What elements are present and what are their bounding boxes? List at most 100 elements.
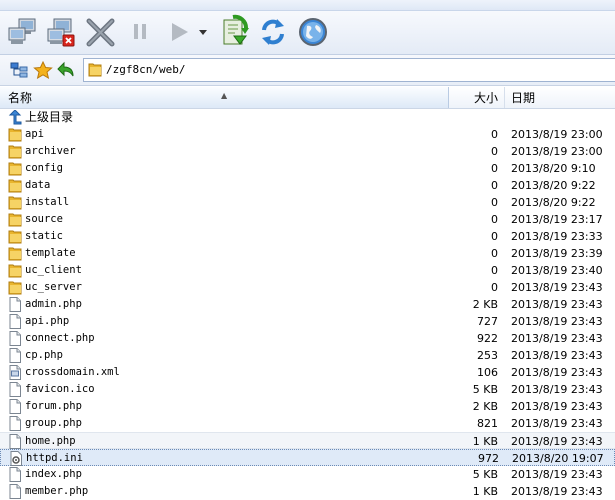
file-date: 2013/8/19 23:39 xyxy=(511,247,603,260)
file-row[interactable]: crossdomain.xml 106 2013/8/19 23:43 xyxy=(0,364,615,381)
file-size: 821 xyxy=(477,417,498,430)
column-size-label: 大小 xyxy=(473,91,498,105)
file-name: group.php xyxy=(25,417,82,429)
download-queue-button[interactable] xyxy=(218,14,252,50)
file-size: 0 xyxy=(491,230,498,243)
folder-icon xyxy=(8,162,22,176)
folder-icon xyxy=(8,230,22,244)
connect-computers-icon xyxy=(8,18,36,44)
file-date: 2013/8/19 23:00 xyxy=(511,145,603,158)
file-date: 2013/8/19 23:43 xyxy=(511,366,603,379)
file-row[interactable]: api.php 727 2013/8/19 23:43 xyxy=(0,313,615,330)
parent-folder-button[interactable] xyxy=(57,61,77,79)
file-name: crossdomain.xml xyxy=(25,366,120,378)
disconnect-button[interactable] xyxy=(44,14,78,50)
file-row[interactable]: admin.php 2 KB 2013/8/19 23:43 xyxy=(0,296,615,313)
address-bar xyxy=(0,55,615,86)
file-row[interactable]: static 0 2013/8/19 23:33 xyxy=(0,228,615,245)
file-date: 2013/8/20 19:07 xyxy=(512,452,604,465)
file-icon xyxy=(9,434,21,449)
file-row[interactable]: favicon.ico 5 KB 2013/8/19 23:43 xyxy=(0,381,615,398)
file-row[interactable]: forum.php 2 KB 2013/8/19 23:43 xyxy=(0,398,615,415)
file-date: 2013/8/20 9:22 xyxy=(511,196,596,209)
file-row[interactable]: data 0 2013/8/20 9:22 xyxy=(0,177,615,194)
download-queue-icon xyxy=(223,14,249,45)
column-name-header[interactable]: 名称 ▲ xyxy=(0,87,449,108)
file-row[interactable]: api 0 2013/8/19 23:00 xyxy=(0,126,615,143)
file-size: 2 KB xyxy=(472,298,498,311)
pause-icon xyxy=(134,24,146,39)
folder-icon xyxy=(8,196,22,210)
file-date: 2013/8/19 23:43 xyxy=(511,435,603,448)
file-name: httpd.ini xyxy=(26,452,83,464)
file-date: 2013/8/19 23:43 xyxy=(511,485,603,498)
connect-button[interactable] xyxy=(6,14,40,50)
file-icon xyxy=(9,297,21,312)
file-name: source xyxy=(25,213,63,225)
parent-directory-row[interactable]: 上级目录 xyxy=(0,109,615,126)
file-row[interactable]: uc_server 0 2013/8/19 23:43 xyxy=(0,279,615,296)
file-size: 0 xyxy=(491,247,498,260)
file-name: archiver xyxy=(25,145,76,157)
file-row[interactable]: cp.php 253 2013/8/19 23:43 xyxy=(0,347,615,364)
favorites-button[interactable] xyxy=(33,60,53,80)
file-row[interactable]: index.php 5 KB 2013/8/19 23:43 xyxy=(0,466,615,483)
file-row[interactable]: archiver 0 2013/8/19 23:00 xyxy=(0,143,615,160)
file-date: 2013/8/19 23:43 xyxy=(511,349,603,362)
folder-icon xyxy=(8,213,22,227)
file-size: 2 KB xyxy=(472,400,498,413)
file-row[interactable]: uc_client 0 2013/8/19 23:40 xyxy=(0,262,615,279)
file-row[interactable]: template 0 2013/8/19 23:39 xyxy=(0,245,615,262)
column-date-header[interactable]: 日期 xyxy=(506,87,615,108)
folder-icon xyxy=(8,247,22,261)
file-row[interactable]: connect.php 922 2013/8/19 23:43 xyxy=(0,330,615,347)
file-name: member.php xyxy=(25,485,89,497)
star-icon xyxy=(33,60,53,80)
disconnect-computer-icon xyxy=(47,18,75,47)
column-size-header[interactable]: 大小 xyxy=(450,87,505,108)
file-size: 922 xyxy=(477,332,498,345)
play-icon xyxy=(172,23,188,41)
file-row[interactable]: home.php 1 KB 2013/8/19 23:43 xyxy=(0,432,615,449)
xml-file-icon xyxy=(9,365,21,380)
file-date: 2013/8/19 23:43 xyxy=(511,383,603,396)
browser-button[interactable] xyxy=(296,14,330,50)
file-icon xyxy=(9,348,21,363)
refresh-button[interactable] xyxy=(256,14,290,50)
up-arrow-icon xyxy=(8,110,22,125)
folder-icon xyxy=(8,179,22,193)
pause-button[interactable] xyxy=(124,14,158,50)
file-row[interactable]: httpd.ini 972 2013/8/20 19:07 xyxy=(0,449,615,466)
file-row[interactable]: member.php 1 KB 2013/8/19 23:43 xyxy=(0,483,615,500)
path-field[interactable] xyxy=(83,58,615,82)
refresh-icon xyxy=(262,19,284,45)
file-name: favicon.ico xyxy=(25,383,95,395)
column-date-label: 日期 xyxy=(511,91,536,105)
play-button[interactable] xyxy=(163,14,197,50)
site-manager-button[interactable] xyxy=(9,61,29,79)
play-dropdown-button[interactable] xyxy=(196,14,210,50)
file-date: 2013/8/19 23:43 xyxy=(511,315,603,328)
file-name: forum.php xyxy=(25,400,82,412)
file-row[interactable]: source 0 2013/8/19 23:17 xyxy=(0,211,615,228)
folder-icon xyxy=(88,63,102,77)
file-name: template xyxy=(25,247,76,259)
file-size: 727 xyxy=(477,315,498,328)
file-date: 2013/8/19 23:43 xyxy=(511,417,603,430)
file-row[interactable]: install 0 2013/8/20 9:22 xyxy=(0,194,615,211)
window-top-strip xyxy=(0,0,615,11)
file-row[interactable]: group.php 821 2013/8/19 23:43 xyxy=(0,415,615,432)
file-date: 2013/8/19 23:43 xyxy=(511,281,603,294)
file-row[interactable]: config 0 2013/8/20 9:10 xyxy=(0,160,615,177)
file-size: 0 xyxy=(491,128,498,141)
path-input[interactable] xyxy=(106,59,586,81)
cancel-x-icon xyxy=(86,18,115,47)
file-size: 1 KB xyxy=(472,485,498,498)
file-size: 0 xyxy=(491,179,498,192)
file-date: 2013/8/20 9:22 xyxy=(511,179,596,192)
cancel-button[interactable] xyxy=(84,14,118,50)
file-icon xyxy=(9,314,21,329)
folder-icon xyxy=(8,264,22,278)
file-name: index.php xyxy=(25,468,82,480)
file-name: uc_client xyxy=(25,264,82,276)
